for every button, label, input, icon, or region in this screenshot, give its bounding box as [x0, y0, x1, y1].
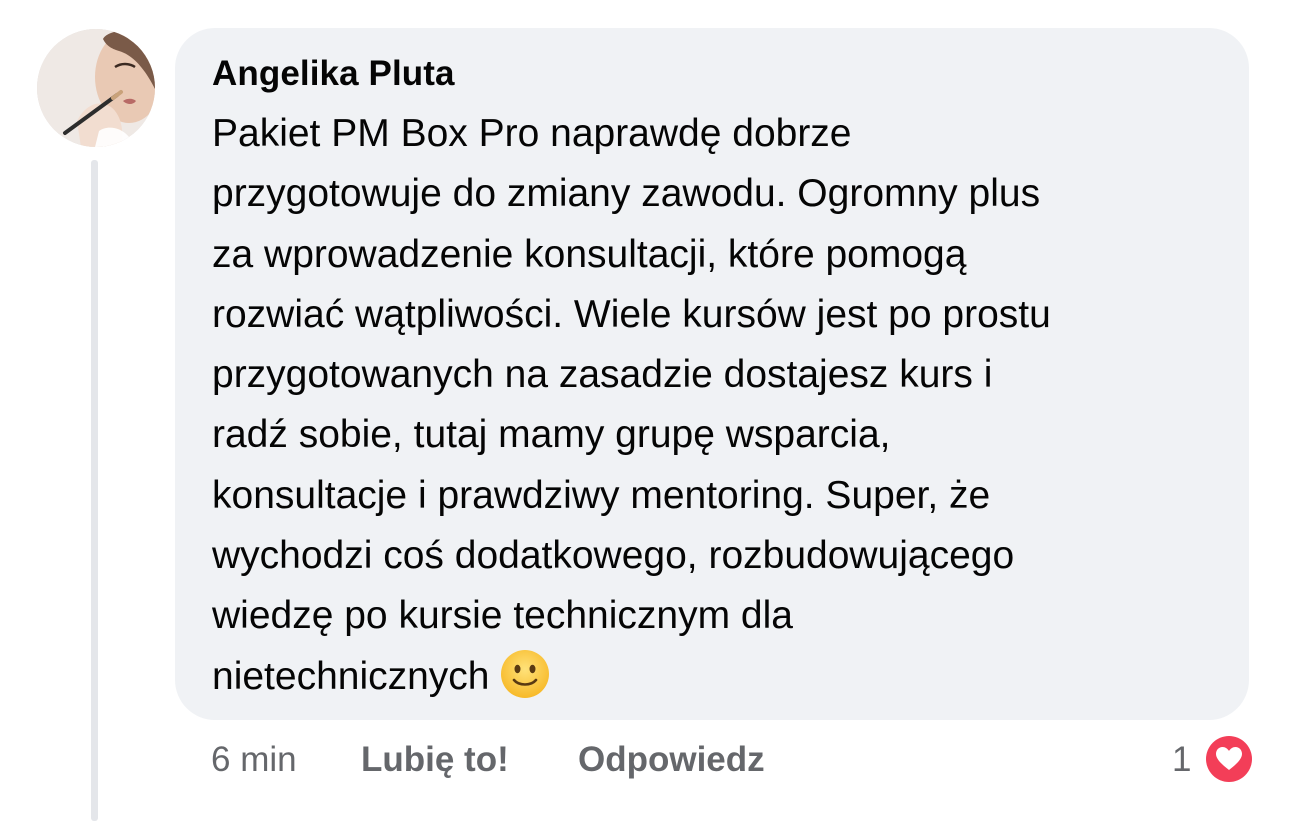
comment-line: radź sobie, tutaj mamy grupę wsparcia, [212, 413, 891, 457]
comment-timestamp[interactable]: 6 min [211, 738, 297, 782]
comment-last-line: nietechnicznych [212, 647, 1232, 707]
comment-author[interactable]: Angelika Pluta [212, 54, 455, 94]
avatar[interactable] [37, 29, 155, 147]
heart-icon [1206, 736, 1252, 782]
comment-line: wychodzi coś dodatkowego, rozbudowująceg… [212, 534, 1015, 578]
comment-body: Pakiet PM Box Pro naprawdę dobrze przygo… [212, 104, 1232, 707]
comment-line: przygotowanych na zasadzie dostajesz kur… [212, 353, 993, 397]
like-button[interactable]: Lubię to! [361, 738, 509, 782]
comment-thread: Angelika Pluta Pakiet PM Box Pro naprawd… [0, 0, 1290, 821]
comment-line: za wprowadzenie konsultacji, które pomog… [212, 232, 967, 276]
reaction-count[interactable]: 1 [1172, 738, 1191, 782]
comment-line: nietechnicznych [212, 654, 490, 698]
comment-line: rozwiać wątpliwości. Wiele kursów jest p… [212, 292, 1051, 336]
comment-line: konsultacje i prawdziwy mentoring. Super… [212, 473, 991, 517]
avatar-photo [37, 29, 155, 147]
comment-line: Pakiet PM Box Pro naprawdę dobrze [212, 112, 852, 155]
reply-thread-line [91, 160, 98, 821]
reaction-badge[interactable] [1203, 733, 1255, 785]
comment-line: przygotowuje do zmiany zawodu. Ogromny p… [212, 172, 1041, 216]
slightly-smiling-face-icon [500, 649, 550, 699]
comment-line: wiedzę po kursie technicznym dla [212, 594, 793, 638]
reply-button[interactable]: Odpowiedz [578, 738, 765, 782]
